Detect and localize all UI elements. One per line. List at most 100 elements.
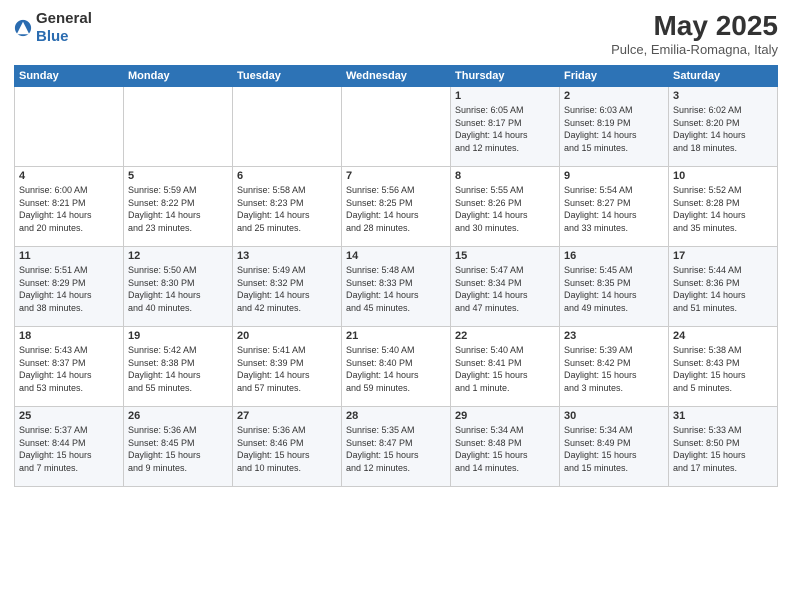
- logo-blue-text: Blue: [36, 28, 92, 46]
- day-number: 10: [673, 170, 773, 182]
- day-number: 24: [673, 330, 773, 342]
- logo-text: General Blue: [36, 10, 92, 46]
- day-cell: 31 Sunrise: 5:33 AM Sunset: 8:50 PM Dayli…: [669, 407, 778, 487]
- day-number: 18: [19, 330, 119, 342]
- day-info: Sunrise: 5:56 AM Sunset: 8:25 PM Dayligh…: [346, 184, 446, 234]
- day-number: 28: [346, 410, 446, 422]
- day-number: 26: [128, 410, 228, 422]
- day-info: Sunrise: 5:36 AM Sunset: 8:45 PM Dayligh…: [128, 424, 228, 474]
- day-cell: 21Sunrise: 5:40 AM Sunset: 8:40 PM Dayli…: [342, 327, 451, 407]
- day-number: 17: [673, 250, 773, 262]
- day-info: Sunrise: 5:36 AM Sunset: 8:46 PM Dayligh…: [237, 424, 337, 474]
- location-subtitle: Pulce, Emilia-Romagna, Italy: [611, 42, 778, 57]
- day-cell: 11 Sunrise: 5:51 AM Sunset: 8:29 PM Dayli…: [15, 247, 124, 327]
- day-info: Sunrise: 6:03 AM Sunset: 8:19 PM Dayligh…: [564, 104, 664, 154]
- day-number: 6: [237, 170, 337, 182]
- day-cell: 14 Sunrise: 5:48 AM Sunset: 8:33 PM Dayli…: [342, 247, 451, 327]
- day-cell: [15, 87, 124, 167]
- day-info: Sunrise: 5:58 AM Sunset: 8:23 PM Dayligh…: [237, 184, 337, 234]
- day-info: Sunrise: 6:02 AM Sunset: 8:20 PM Dayligh…: [673, 104, 773, 154]
- day-number: 29: [455, 410, 555, 422]
- day-cell: 18 Sunrise: 5:43 AM Sunset: 8:37 PM Dayli…: [15, 327, 124, 407]
- day-cell: 2Sunrise: 6:03 AM Sunset: 8:19 PM Daylig…: [560, 87, 669, 167]
- logo-general-text: General: [36, 10, 92, 28]
- day-info: Sunrise: 6:05 AM Sunset: 8:17 PM Dayligh…: [455, 104, 555, 154]
- day-info: Sunrise: 5:59 AM Sunset: 8:22 PM Dayligh…: [128, 184, 228, 234]
- day-info: Sunrise: 5:37 AM Sunset: 8:44 PM Dayligh…: [19, 424, 119, 474]
- day-number: 3: [673, 90, 773, 102]
- day-cell: 5Sunrise: 5:59 AM Sunset: 8:22 PM Daylig…: [124, 167, 233, 247]
- week-row-2: 11 Sunrise: 5:51 AM Sunset: 8:29 PM Dayli…: [15, 247, 778, 327]
- day-info: Sunrise: 6:00 AM Sunset: 8:21 PM Dayligh…: [19, 184, 119, 234]
- day-cell: 9Sunrise: 5:54 AM Sunset: 8:27 PM Daylig…: [560, 167, 669, 247]
- day-cell: [124, 87, 233, 167]
- day-info: Sunrise: 5:40 AM Sunset: 8:41 PM Dayligh…: [455, 344, 555, 394]
- day-info: Sunrise: 5:39 AM Sunset: 8:42 PM Dayligh…: [564, 344, 664, 394]
- day-info: Sunrise: 5:47 AM Sunset: 8:34 PM Dayligh…: [455, 264, 555, 314]
- day-info: Sunrise: 5:38 AM Sunset: 8:43 PM Dayligh…: [673, 344, 773, 394]
- day-info: Sunrise: 5:52 AM Sunset: 8:28 PM Dayligh…: [673, 184, 773, 234]
- day-info: Sunrise: 5:51 AM Sunset: 8:29 PM Dayligh…: [19, 264, 119, 314]
- day-cell: 12 Sunrise: 5:50 AM Sunset: 8:30 PM Dayli…: [124, 247, 233, 327]
- day-number: 12: [128, 250, 228, 262]
- day-cell: 27Sunrise: 5:36 AM Sunset: 8:46 PM Dayli…: [233, 407, 342, 487]
- day-cell: 28Sunrise: 5:35 AM Sunset: 8:47 PM Dayli…: [342, 407, 451, 487]
- day-number: 16: [564, 250, 664, 262]
- day-cell: 15 Sunrise: 5:47 AM Sunset: 8:34 PM Dayli…: [451, 247, 560, 327]
- day-number: 14: [346, 250, 446, 262]
- col-thursday: Thursday: [451, 66, 560, 87]
- day-info: Sunrise: 5:49 AM Sunset: 8:32 PM Dayligh…: [237, 264, 337, 314]
- day-number: 15: [455, 250, 555, 262]
- day-info: Sunrise: 5:41 AM Sunset: 8:39 PM Dayligh…: [237, 344, 337, 394]
- day-number: 30: [564, 410, 664, 422]
- day-cell: 13 Sunrise: 5:49 AM Sunset: 8:32 PM Dayli…: [233, 247, 342, 327]
- day-number: 4: [19, 170, 119, 182]
- day-info: Sunrise: 5:45 AM Sunset: 8:35 PM Dayligh…: [564, 264, 664, 314]
- col-sunday: Sunday: [15, 66, 124, 87]
- col-saturday: Saturday: [669, 66, 778, 87]
- day-cell: 16 Sunrise: 5:45 AM Sunset: 8:35 PM Dayli…: [560, 247, 669, 327]
- day-info: Sunrise: 5:34 AM Sunset: 8:49 PM Dayligh…: [564, 424, 664, 474]
- day-cell: 3 Sunrise: 6:02 AM Sunset: 8:20 PM Daylig…: [669, 87, 778, 167]
- col-tuesday: Tuesday: [233, 66, 342, 87]
- day-number: 11: [19, 250, 119, 262]
- day-cell: 10 Sunrise: 5:52 AM Sunset: 8:28 PM Dayli…: [669, 167, 778, 247]
- day-info: Sunrise: 5:33 AM Sunset: 8:50 PM Dayligh…: [673, 424, 773, 474]
- day-cell: 23 Sunrise: 5:39 AM Sunset: 8:42 PM Dayli…: [560, 327, 669, 407]
- calendar-header-row: Sunday Monday Tuesday Wednesday Thursday…: [15, 66, 778, 87]
- day-number: 7: [346, 170, 446, 182]
- week-row-1: 4 Sunrise: 6:00 AM Sunset: 8:21 PM Daylig…: [15, 167, 778, 247]
- day-cell: 24 Sunrise: 5:38 AM Sunset: 8:43 PM Dayli…: [669, 327, 778, 407]
- col-monday: Monday: [124, 66, 233, 87]
- logo: General Blue: [14, 10, 92, 46]
- day-number: 23: [564, 330, 664, 342]
- day-info: Sunrise: 5:48 AM Sunset: 8:33 PM Dayligh…: [346, 264, 446, 314]
- day-number: 25: [19, 410, 119, 422]
- day-info: Sunrise: 5:54 AM Sunset: 8:27 PM Dayligh…: [564, 184, 664, 234]
- day-info: Sunrise: 5:40 AM Sunset: 8:40 PM Dayligh…: [346, 344, 446, 394]
- day-cell: 19Sunrise: 5:42 AM Sunset: 8:38 PM Dayli…: [124, 327, 233, 407]
- day-cell: [342, 87, 451, 167]
- day-number: 22: [455, 330, 555, 342]
- day-number: 13: [237, 250, 337, 262]
- day-cell: [233, 87, 342, 167]
- day-info: Sunrise: 5:43 AM Sunset: 8:37 PM Dayligh…: [19, 344, 119, 394]
- day-info: Sunrise: 5:50 AM Sunset: 8:30 PM Dayligh…: [128, 264, 228, 314]
- day-info: Sunrise: 5:34 AM Sunset: 8:48 PM Dayligh…: [455, 424, 555, 474]
- day-cell: 29 Sunrise: 5:34 AM Sunset: 8:48 PM Dayli…: [451, 407, 560, 487]
- col-friday: Friday: [560, 66, 669, 87]
- week-row-4: 25 Sunrise: 5:37 AM Sunset: 8:44 PM Dayli…: [15, 407, 778, 487]
- day-number: 1: [455, 90, 555, 102]
- day-cell: 17Sunrise: 5:44 AM Sunset: 8:36 PM Dayli…: [669, 247, 778, 327]
- day-cell: 30 Sunrise: 5:34 AM Sunset: 8:49 PM Dayli…: [560, 407, 669, 487]
- title-block: May 2025 Pulce, Emilia-Romagna, Italy: [611, 10, 778, 57]
- day-cell: 22 Sunrise: 5:40 AM Sunset: 8:41 PM Dayli…: [451, 327, 560, 407]
- day-cell: 1 Sunrise: 6:05 AM Sunset: 8:17 PM Daylig…: [451, 87, 560, 167]
- calendar-table: Sunday Monday Tuesday Wednesday Thursday…: [14, 65, 778, 487]
- col-wednesday: Wednesday: [342, 66, 451, 87]
- logo-icon: [14, 19, 32, 37]
- day-number: 20: [237, 330, 337, 342]
- day-number: 31: [673, 410, 773, 422]
- day-cell: 25 Sunrise: 5:37 AM Sunset: 8:44 PM Dayli…: [15, 407, 124, 487]
- header: General Blue May 2025 Pulce, Emilia-Roma…: [14, 10, 778, 57]
